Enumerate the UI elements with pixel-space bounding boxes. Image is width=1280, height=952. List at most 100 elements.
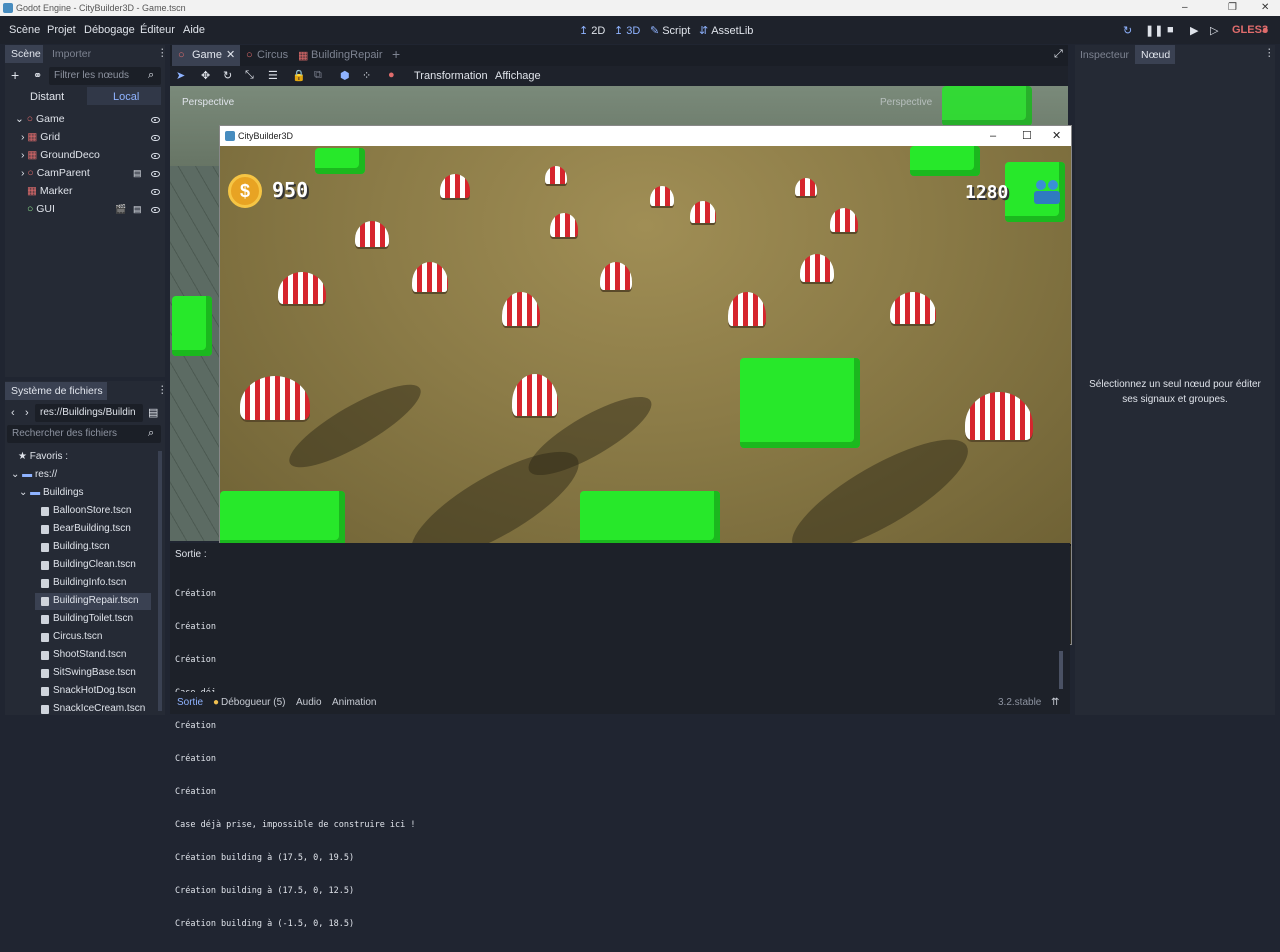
output-log[interactable]: Création Création Création Case déj Créa… <box>175 567 416 952</box>
tab-audio[interactable]: Audio <box>296 697 322 708</box>
file-item-selected[interactable]: BuildingRepair.tscn <box>41 595 139 606</box>
circus-tent[interactable] <box>890 292 936 324</box>
tree-node-grid[interactable]: › ▦ Grid <box>21 131 60 148</box>
node-filter-input[interactable]: Filtrer les nœuds <box>49 67 161 85</box>
visibility-eye-icon[interactable] <box>151 207 160 213</box>
file-item[interactable]: BuildingToilet.tscn <box>40 613 133 624</box>
circus-tent[interactable] <box>800 254 834 282</box>
tree-node-grounddeco[interactable]: › ▦ GroundDeco <box>21 149 100 166</box>
game-maximize-button[interactable]: ☐ <box>1022 126 1032 146</box>
scale-tool-icon[interactable]: ⤡ <box>245 69 254 82</box>
circus-tent[interactable] <box>412 262 448 292</box>
tab-output[interactable]: Sortie <box>177 697 203 708</box>
add-node-icon[interactable]: + <box>11 67 19 83</box>
maximize-button[interactable]: ❐ <box>1228 0 1237 16</box>
distraction-free-icon[interactable]: ⤢ <box>1054 48 1063 61</box>
circus-tent[interactable] <box>502 292 540 326</box>
visibility-eye-icon[interactable] <box>151 153 160 159</box>
script-attached-icon[interactable]: ▤ <box>133 204 142 215</box>
tab-scene-buildingrepair[interactable]: BuildingRepair <box>311 49 383 61</box>
workspace-script-button[interactable]: ✎ Script <box>650 24 690 37</box>
lock-icon[interactable]: 🔒 <box>292 69 306 82</box>
snap-icon[interactable]: ⁘ <box>362 69 371 82</box>
menu-editor[interactable]: Éditeur <box>140 24 175 36</box>
group-icon[interactable]: ⧉ <box>314 69 322 82</box>
tree-node-gui[interactable]: ○ GUI <box>27 203 55 220</box>
list-select-icon[interactable]: ☰ <box>268 69 278 82</box>
tree-node-game[interactable]: ⌄ ○ Game <box>15 113 65 130</box>
tab-scene-game[interactable]: ○ Game ✕ <box>172 45 240 66</box>
circus-tent[interactable] <box>240 376 310 420</box>
dock-menu-icon[interactable]: ⋮ <box>157 384 165 396</box>
reload-icon[interactable]: ↻ <box>1123 24 1132 37</box>
move-tool-icon[interactable]: ✥ <box>201 69 210 82</box>
close-window-button[interactable]: ✕ <box>1261 0 1269 16</box>
game-minimize-button[interactable]: – <box>990 126 996 146</box>
game-ground[interactable]: $ 950 1280 <box>220 146 1071 580</box>
remote-tab[interactable]: Distant <box>30 91 64 103</box>
circus-tent[interactable] <box>650 186 674 206</box>
circus-tent[interactable] <box>690 201 716 223</box>
close-tab-icon[interactable]: ✕ <box>226 48 235 61</box>
link-icon[interactable]: ⚭ <box>33 69 42 82</box>
file-item[interactable]: BearBuilding.tscn <box>41 523 131 534</box>
tree-node-marker[interactable]: ▦ Marker <box>27 185 73 202</box>
back-icon[interactable]: ‹ <box>11 407 15 419</box>
file-item[interactable]: Circus.tscn <box>40 631 102 642</box>
tab-animation[interactable]: Animation <box>332 697 376 708</box>
circus-tent[interactable] <box>512 374 558 416</box>
select-tool-icon[interactable]: ➤ <box>176 69 185 82</box>
play-custom-icon[interactable]: ▷ <box>1210 24 1218 37</box>
circus-tent[interactable] <box>830 208 858 232</box>
dock-menu-icon[interactable]: ⋮ <box>1264 47 1275 59</box>
file-item[interactable]: BalloonStore.tscn <box>40 505 131 516</box>
visibility-eye-icon[interactable] <box>151 135 160 141</box>
circus-tent[interactable] <box>728 292 766 326</box>
stop-icon[interactable]: ■ <box>1167 24 1174 36</box>
path-field[interactable]: res://Buildings/Buildin <box>35 404 143 422</box>
workspace-2d-button[interactable]: ↥ 2D <box>579 24 605 37</box>
circus-tent[interactable] <box>965 392 1033 440</box>
instance-icon[interactable]: 🎬 <box>115 204 126 215</box>
transform-menu[interactable]: Transformation <box>414 70 488 82</box>
add-tab-icon[interactable]: + <box>392 46 400 62</box>
menu-debug[interactable]: Débogage <box>84 24 135 36</box>
visibility-eye-icon[interactable] <box>151 171 160 177</box>
circus-tent[interactable] <box>545 166 567 184</box>
file-search-input[interactable]: Rechercher des fichiers <box>7 425 161 443</box>
expand-panel-icon[interactable]: ⇈ <box>1051 697 1059 708</box>
output-scrollbar[interactable] <box>1059 651 1063 689</box>
dock-menu-icon[interactable]: ⋮ <box>157 47 168 59</box>
pause-icon[interactable]: ❚❚ <box>1145 24 1163 37</box>
scrollbar[interactable] <box>158 451 162 711</box>
forward-icon[interactable]: › <box>25 407 29 419</box>
circus-tent[interactable] <box>600 262 632 290</box>
rotate-tool-icon[interactable]: ↻ <box>223 69 232 82</box>
file-item[interactable]: BuildingClean.tscn <box>41 559 136 570</box>
minimize-button[interactable]: – <box>1182 0 1188 16</box>
circus-tent[interactable] <box>278 272 326 304</box>
menu-scene[interactable]: Scène <box>9 24 40 36</box>
tab-filesystem[interactable]: Système de fichiers <box>5 382 107 400</box>
circus-tent[interactable] <box>550 213 578 237</box>
tree-node-camparent[interactable]: › ○ CamParent <box>21 167 90 184</box>
file-item[interactable]: SnackIceCream.tscn <box>40 703 145 714</box>
tab-debugger[interactable]: Débogueur (5) <box>221 697 285 708</box>
workspace-assetlib-button[interactable]: ⇵ AssetLib <box>699 24 753 37</box>
local-tab[interactable]: Local <box>87 87 161 105</box>
renderer-dropdown-icon[interactable]: ● <box>1262 24 1269 36</box>
tab-scene[interactable]: Scène <box>5 45 43 63</box>
workspace-3d-button[interactable]: ↥ 3D <box>614 24 640 37</box>
circus-tent[interactable] <box>355 221 389 247</box>
visibility-eye-icon[interactable] <box>151 117 160 123</box>
file-item[interactable]: ShootStand.tscn <box>40 649 126 660</box>
perspective-label[interactable]: Perspective <box>182 97 234 108</box>
file-item[interactable]: SnackHotDog.tscn <box>41 685 136 696</box>
file-item[interactable]: SitSwingBase.tscn <box>41 667 136 678</box>
play-scene-icon[interactable]: ▶ <box>1190 24 1198 37</box>
menu-project[interactable]: Projet <box>47 24 76 36</box>
camera-icon[interactable]: ● <box>388 69 395 81</box>
tab-node[interactable]: Nœud <box>1135 45 1175 64</box>
local-space-icon[interactable]: ⬢ <box>340 69 350 82</box>
game-close-button[interactable]: ✕ <box>1052 126 1061 146</box>
